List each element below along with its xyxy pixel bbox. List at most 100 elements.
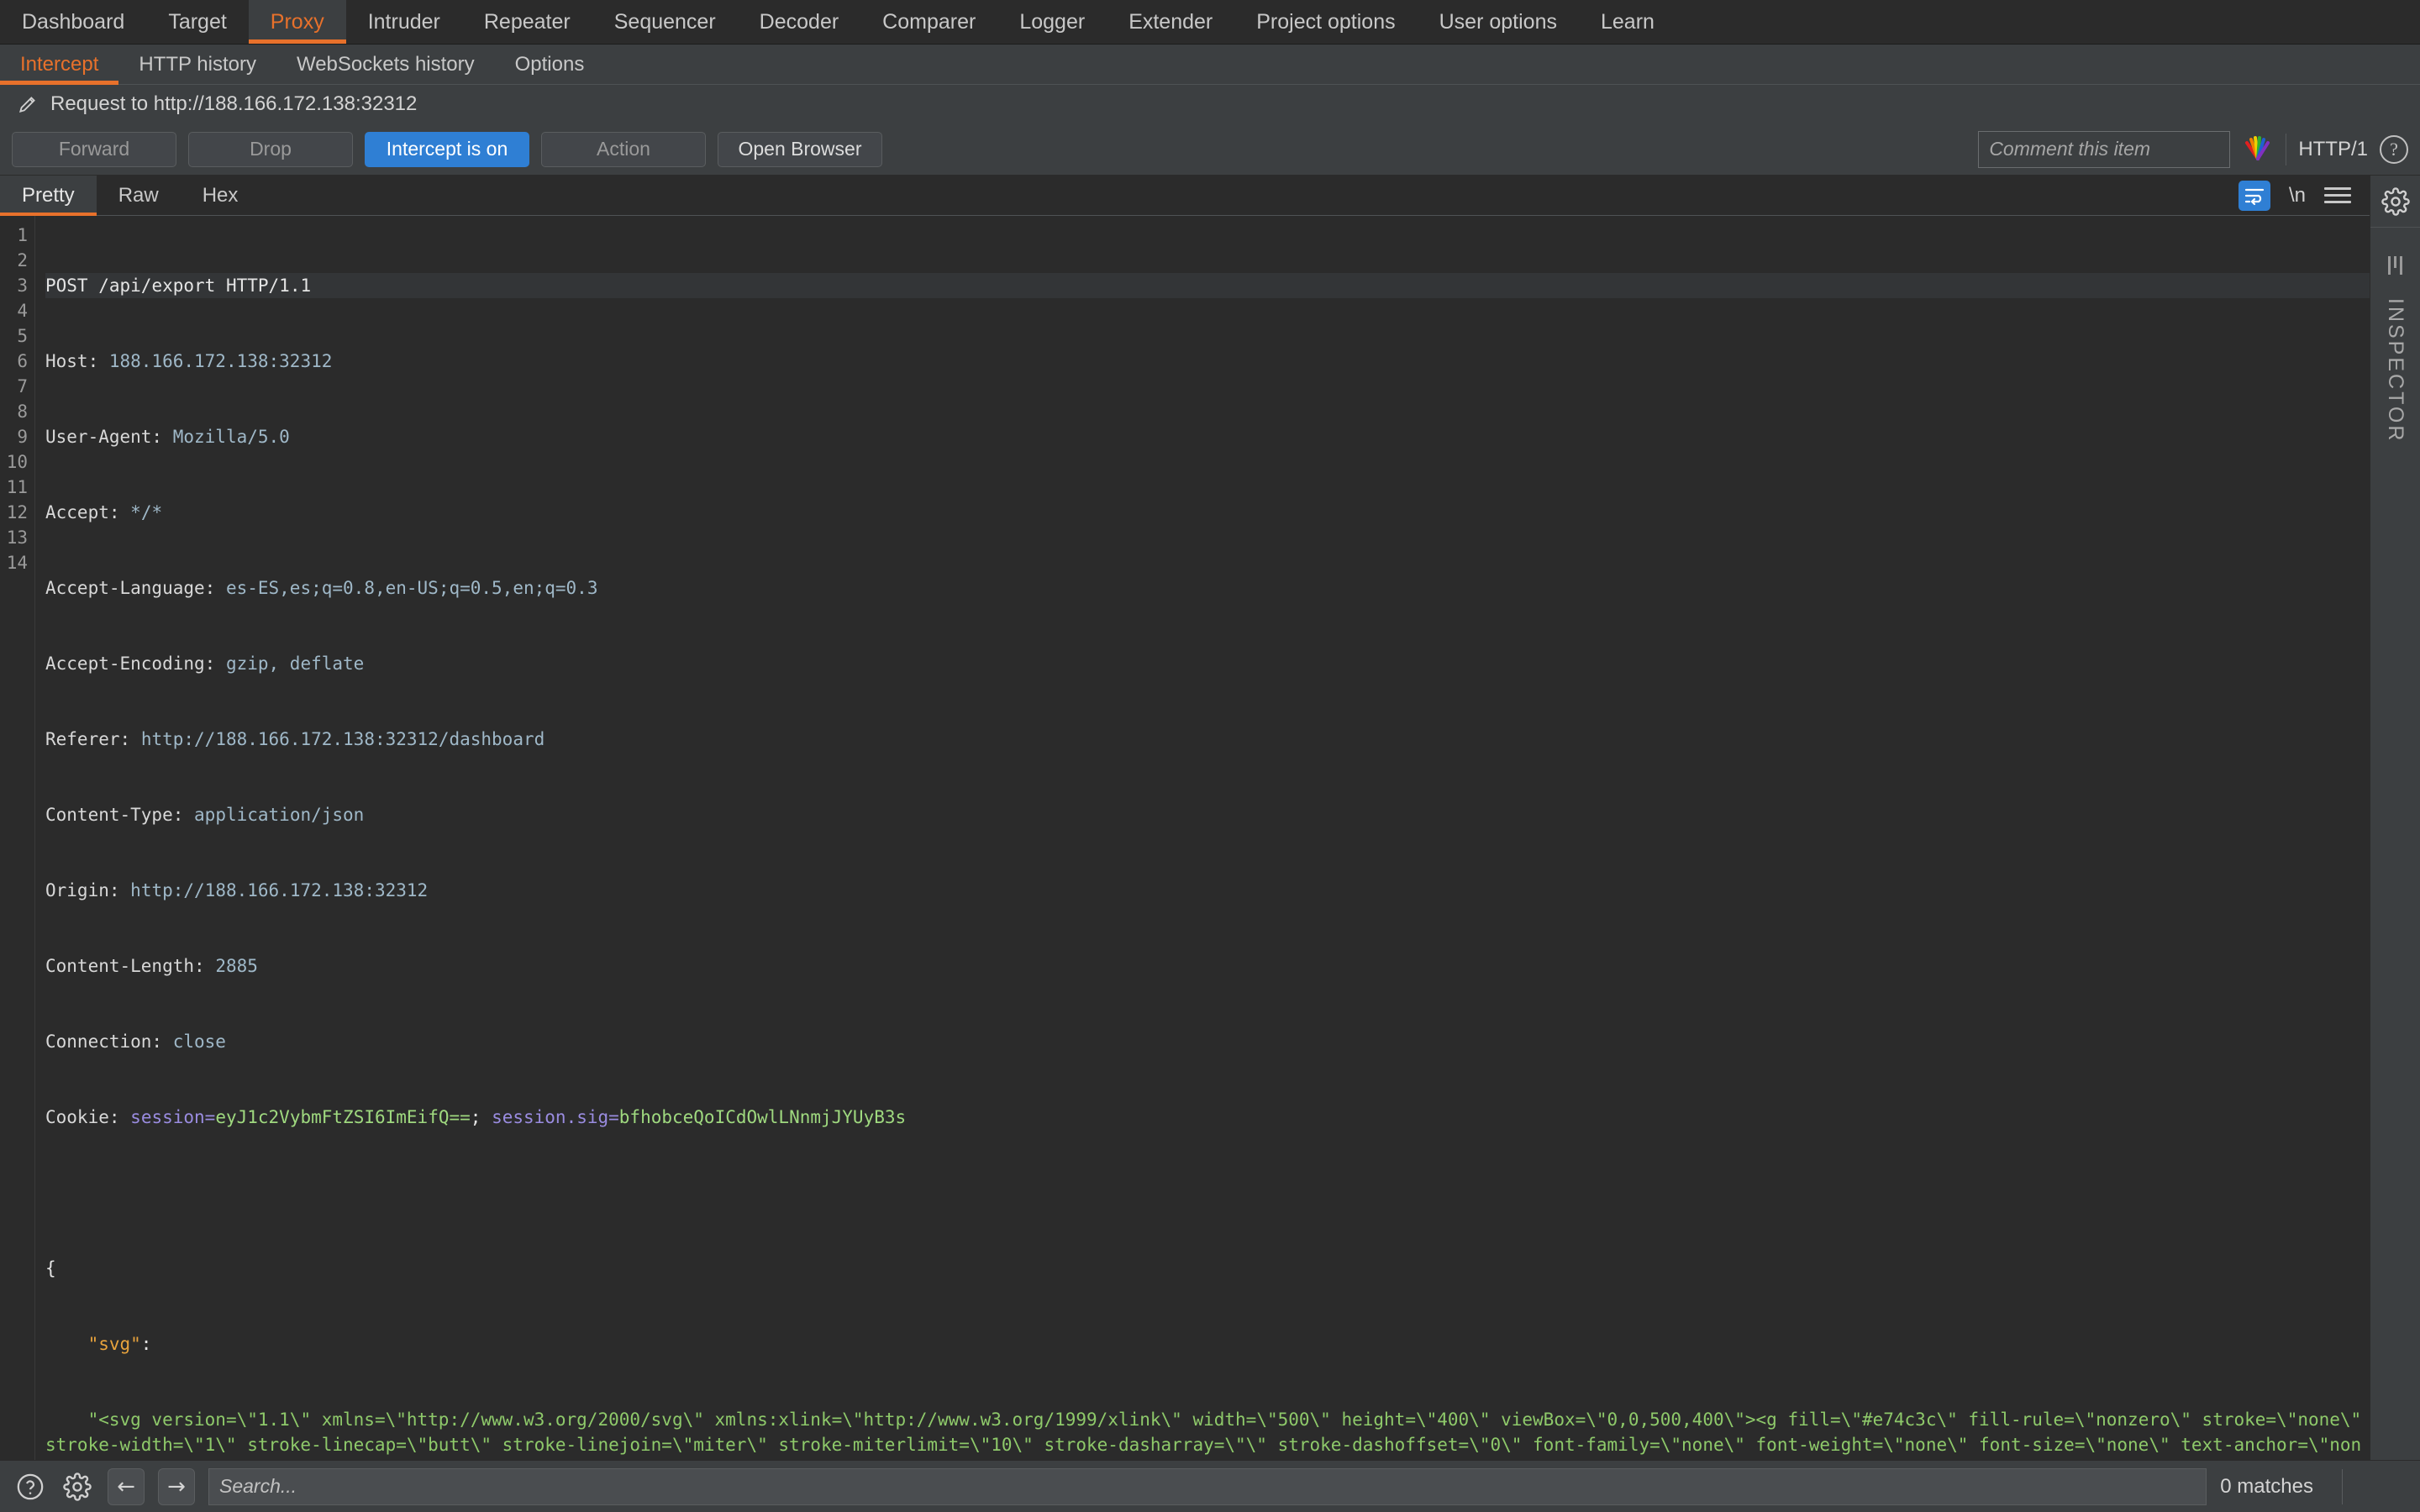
header-value: http://188.166.172.138:32312	[130, 880, 429, 900]
inspector-resize-handle[interactable]	[2388, 256, 2402, 275]
match-count-label: 0 matches	[2220, 1474, 2313, 1498]
request-code-area[interactable]: 1 2 3 4 5 6 7 8 9 10 11 12 13 14 POST /a…	[0, 216, 2370, 1460]
code-line-body-open: {	[45, 1256, 2370, 1281]
tab-logger[interactable]: Logger	[997, 0, 1107, 44]
code-line-cookie: Cookie: session=eyJ1c2VybmFtZSI6ImEifQ==…	[45, 1105, 2370, 1130]
message-view-tab-bar: Pretty Raw Hex \n	[0, 176, 2370, 216]
code-line-header: Content-Length: 2885	[45, 953, 2370, 979]
line-number: 13	[6, 528, 28, 548]
highlight-color-icon[interactable]	[2242, 133, 2274, 165]
tab-dashboard[interactable]: Dashboard	[0, 0, 146, 44]
viewtab-pretty[interactable]: Pretty	[0, 176, 97, 216]
subtab-options[interactable]: Options	[495, 45, 605, 84]
cookie-header-name: Cookie:	[45, 1107, 120, 1127]
json-value-svg-payload: "<svg version=\"1.1\" xmlns=\"http://www…	[45, 1410, 2362, 1455]
tab-extender[interactable]: Extender	[1107, 0, 1234, 44]
tab-label: Decoder	[759, 9, 839, 34]
forward-arrow-icon[interactable]: →	[158, 1467, 195, 1505]
tab-label: Extender	[1128, 9, 1213, 34]
line-number: 12	[6, 502, 28, 522]
help-circle-icon[interactable]	[13, 1470, 47, 1504]
cookie-separator: ;	[470, 1107, 492, 1127]
request-code-text[interactable]: POST /api/export HTTP/1.1 Host: 188.166.…	[35, 216, 2370, 1460]
tab-label: Intruder	[367, 9, 440, 34]
pencil-icon	[17, 93, 39, 115]
tab-user-options[interactable]: User options	[1418, 0, 1579, 44]
tab-repeater[interactable]: Repeater	[462, 0, 592, 44]
intercept-action-toolbar: Forward Drop Intercept is on Action Open…	[0, 123, 2420, 176]
subtab-label: WebSockets history	[296, 52, 475, 76]
cookie-key-session-sig: session.sig=	[492, 1107, 619, 1127]
search-input[interactable]	[208, 1467, 2207, 1505]
header-name: Accept-Language:	[45, 578, 216, 598]
header-value: close	[172, 1032, 226, 1052]
line-number: 1	[17, 225, 28, 245]
tab-proxy[interactable]: Proxy	[248, 0, 346, 44]
tab-comparer[interactable]: Comparer	[860, 0, 997, 44]
cookie-value-session-sig: bfhobceQoICdOwlLNnmjJYUyB3s	[618, 1107, 907, 1127]
line-number: 2	[17, 250, 28, 270]
tab-sequencer[interactable]: Sequencer	[592, 0, 738, 44]
code-line-request: POST /api/export HTTP/1.1	[45, 273, 2370, 298]
header-name: User-Agent:	[45, 427, 163, 447]
open-browser-button[interactable]: Open Browser	[718, 131, 882, 167]
tab-project-options[interactable]: Project options	[1234, 0, 1417, 44]
settings-gear-icon-bottom[interactable]	[60, 1470, 94, 1504]
code-line-header: Accept: */*	[45, 500, 2370, 525]
line-number: 8	[17, 402, 28, 422]
viewtab-label: Pretty	[22, 183, 75, 207]
header-value: es-ES,es;q=0.8,en-US;q=0.5,en;q=0.3	[225, 578, 598, 598]
tab-target[interactable]: Target	[146, 0, 248, 44]
tab-label: Comparer	[882, 9, 976, 34]
main-content: Pretty Raw Hex \n 1 2 3 4 5 6 7 8 9 10 1…	[0, 176, 2420, 1460]
bottom-status-bar: ← → 0 matches	[0, 1460, 2420, 1512]
tab-learn[interactable]: Learn	[1579, 0, 1676, 44]
tab-label: Logger	[1019, 9, 1086, 34]
code-line-header: Origin: http://188.166.172.138:32312	[45, 878, 2370, 903]
word-wrap-icon[interactable]	[2238, 180, 2270, 211]
subtab-intercept[interactable]: Intercept	[0, 45, 119, 85]
cookie-key-session: session=	[130, 1107, 216, 1127]
viewtab-hex[interactable]: Hex	[181, 176, 260, 215]
tab-intruder[interactable]: Intruder	[346, 0, 462, 44]
viewtab-raw[interactable]: Raw	[97, 176, 181, 215]
tab-decoder[interactable]: Decoder	[738, 0, 861, 44]
editor-menu-icon[interactable]	[2324, 187, 2351, 203]
newline-toggle-icon[interactable]: \n	[2289, 184, 2306, 207]
inspector-label[interactable]: INSPECTOR	[2383, 298, 2407, 443]
header-name: Connection:	[45, 1032, 163, 1052]
json-brace-open: {	[45, 1258, 56, 1278]
settings-gear-icon[interactable]	[2370, 176, 2420, 228]
header-value: 188.166.172.138:32312	[108, 351, 333, 371]
http-version-label: HTTP/1	[2298, 137, 2368, 160]
subtab-label: Intercept	[20, 52, 99, 76]
code-line-header: Connection: close	[45, 1029, 2370, 1054]
tab-label: Target	[168, 9, 227, 34]
line-number-gutter: 1 2 3 4 5 6 7 8 9 10 11 12 13 14	[0, 216, 35, 1460]
viewtab-label: Raw	[118, 183, 159, 207]
code-line-header: Host: 188.166.172.138:32312	[45, 349, 2370, 374]
help-icon[interactable]: ?	[2380, 134, 2408, 164]
header-value: 2885	[215, 956, 258, 976]
header-name: Content-Type:	[45, 805, 184, 825]
line-number: 3	[17, 276, 28, 296]
line-number: 5	[17, 326, 28, 346]
header-name: Accept:	[45, 502, 120, 522]
cookie-value-session: eyJ1c2VybmFtZSI6ImEifQ==	[215, 1107, 471, 1127]
subtab-websockets-history[interactable]: WebSockets history	[276, 45, 495, 84]
subtab-http-history[interactable]: HTTP history	[118, 45, 276, 84]
drop-button[interactable]: Drop	[188, 131, 353, 167]
forward-button[interactable]: Forward	[12, 131, 176, 167]
line-number: 11	[6, 477, 28, 497]
http-method: POST	[45, 276, 88, 296]
back-arrow-icon[interactable]: ←	[108, 1467, 145, 1505]
tab-label: User options	[1439, 9, 1557, 34]
code-line-header: User-Agent: Mozilla/5.0	[45, 424, 2370, 449]
action-button[interactable]: Action	[541, 131, 706, 167]
comment-input[interactable]	[1978, 130, 2231, 168]
header-name: Accept-Encoding:	[45, 654, 216, 674]
main-tab-bar: Dashboard Target Proxy Intruder Repeater…	[0, 0, 2420, 45]
intercept-toggle-button[interactable]: Intercept is on	[365, 131, 529, 167]
json-colon: :	[140, 1334, 152, 1354]
